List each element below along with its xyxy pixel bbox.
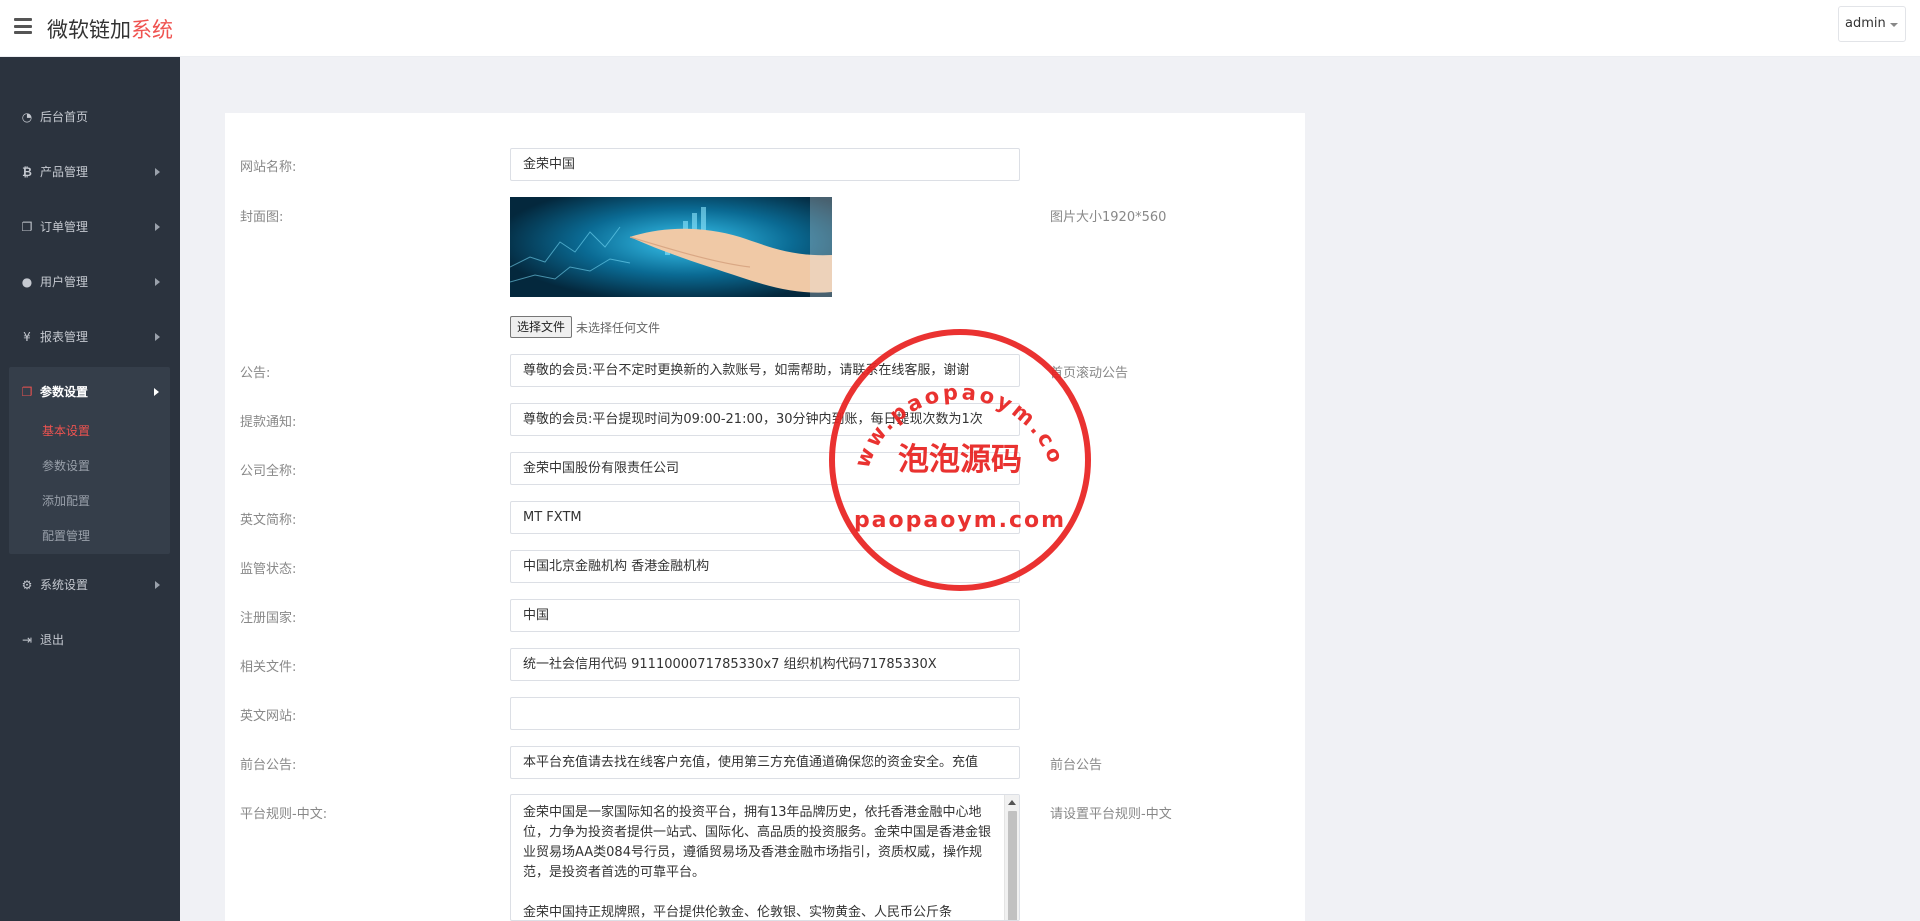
caret-down-icon xyxy=(1890,23,1898,27)
user-menu-label: admin xyxy=(1845,16,1886,31)
cover-file-picker: 选择文件 未选择任何文件 xyxy=(510,316,660,338)
caret-right-icon xyxy=(155,581,160,589)
rules-cn-label: 平台规则-中文: xyxy=(240,807,328,822)
sidebar-item-logout[interactable]: ⇥ 退出 xyxy=(0,620,180,660)
sidebar-item-label: 产品管理 xyxy=(40,165,89,179)
copy-icon: ❐ xyxy=(21,385,33,399)
settings-form-card: 网站名称: 金荣中国 封面图: 图片大小1920*560 选择文件 未选择任何文… xyxy=(225,113,1305,921)
user-icon: ● xyxy=(21,275,33,289)
notice-input[interactable]: 尊敬的会员:平台不定时更换新的入款账号，如需帮助，请联系在线客服，谢谢 xyxy=(510,354,1020,387)
rules-cn-textarea[interactable]: 金荣中国是一家国际知名的投资平台，拥有13年品牌历史，依托香港金融中心地位，力争… xyxy=(510,794,1020,921)
regulation-input[interactable]: 中国北京金融机构 香港金融机构 xyxy=(510,550,1020,583)
sidebar-subitem-add-config[interactable]: 添加配置 xyxy=(9,486,170,516)
cover-image xyxy=(510,197,832,297)
sidebar-item-products[interactable]: ₿ 产品管理 xyxy=(0,152,180,192)
cover-size-hint: 图片大小1920*560 xyxy=(1050,210,1167,225)
brand-accent: 系统 xyxy=(131,18,173,42)
documents-input[interactable]: 统一社会信用代码 9111000071785330x7 组织机构代码717853… xyxy=(510,648,1020,681)
top-bar: 微软链加系统 admin xyxy=(0,0,1920,57)
caret-right-icon xyxy=(154,388,159,396)
scrollbar-thumb[interactable] xyxy=(1008,811,1017,920)
withdraw-notice-input[interactable]: 尊敬的会员:平台提现时间为09:00-21:00，30分钟内到账，每日提现次数为… xyxy=(510,403,1020,436)
gears-icon: ⚙ xyxy=(21,578,33,592)
site-name-label: 网站名称: xyxy=(240,160,297,175)
sidebar-item-label: 订单管理 xyxy=(40,220,89,234)
regulation-label: 监管状态: xyxy=(240,562,297,577)
user-menu-button[interactable]: admin xyxy=(1838,6,1906,42)
sidebar-subitem-config-manage[interactable]: 配置管理 xyxy=(9,521,170,551)
front-notice-input[interactable]: 本平台充值请去找在线客户充值，使用第三方充值通道确保您的资金安全。充值 xyxy=(510,746,1020,779)
sidebar-item-label: 报表管理 xyxy=(40,330,89,344)
english-site-input[interactable] xyxy=(510,697,1020,730)
country-label: 注册国家: xyxy=(240,611,297,626)
caret-right-icon xyxy=(155,168,160,176)
cover-label: 封面图: xyxy=(240,210,284,225)
sidebar-subitem-basic[interactable]: 基本设置 xyxy=(9,416,170,446)
sidebar-group-params: ❐ 参数设置 基本设置 参数设置 添加配置 配置管理 xyxy=(9,367,170,554)
copy-icon: ❐ xyxy=(21,220,33,234)
withdraw-notice-label: 提款通知: xyxy=(240,415,297,430)
dashboard-icon: ◔ xyxy=(21,110,33,124)
english-abbr-label: 英文简称: xyxy=(240,513,297,528)
sidebar-item-system[interactable]: ⚙ 系统设置 xyxy=(0,565,180,605)
brand-main: 微软链加 xyxy=(47,18,131,42)
rules-cn-hint: 请设置平台规则-中文 xyxy=(1050,807,1172,822)
caret-right-icon xyxy=(155,333,160,341)
yen-icon: ¥ xyxy=(23,330,31,344)
sidebar-item-users[interactable]: ● 用户管理 xyxy=(0,262,180,302)
country-input[interactable]: 中国 xyxy=(510,599,1020,632)
sidebar-item-params[interactable]: ❐ 参数设置 xyxy=(9,372,170,412)
notice-label: 公告: xyxy=(240,366,271,381)
sidebar-subitem-params[interactable]: 参数设置 xyxy=(9,451,170,481)
rules-cn-scrollbar[interactable] xyxy=(1004,795,1019,920)
site-name-input[interactable]: 金荣中国 xyxy=(510,148,1020,181)
sidebar-item-reports[interactable]: ¥ 报表管理 xyxy=(0,317,180,357)
sidebar-item-label: 系统设置 xyxy=(40,578,89,592)
choose-file-button[interactable]: 选择文件 xyxy=(510,316,573,338)
company-name-label: 公司全称: xyxy=(240,464,297,479)
cover-image-graphic xyxy=(510,197,832,297)
menu-toggle-icon[interactable] xyxy=(14,18,32,34)
caret-right-icon xyxy=(155,278,160,286)
notice-hint: 首页滚动公告 xyxy=(1050,366,1129,381)
english-site-label: 英文网站: xyxy=(240,709,297,724)
sidebar-item-orders[interactable]: ❐ 订单管理 xyxy=(0,207,180,247)
sign-out-icon: ⇥ xyxy=(21,633,33,647)
file-status-text: 未选择任何文件 xyxy=(576,320,661,335)
sidebar-item-label: 参数设置 xyxy=(40,385,89,399)
documents-label: 相关文件: xyxy=(240,660,297,675)
english-abbr-input[interactable]: MT FXTM xyxy=(510,501,1020,534)
scroll-up-arrow-icon[interactable] xyxy=(1008,800,1016,805)
sidebar: ◔ 后台首页 ₿ 产品管理 ❐ 订单管理 ● 用户管理 ¥ 报表管理 ❐ 参数设置 基本设置… xyxy=(0,57,180,921)
caret-right-icon xyxy=(155,223,160,231)
company-name-input[interactable]: 金荣中国股份有限责任公司 xyxy=(510,452,1020,485)
sidebar-item-label: 用户管理 xyxy=(40,275,89,289)
rules-cn-text: 金荣中国是一家国际知名的投资平台，拥有13年品牌历史，依托香港金融中心地位，力争… xyxy=(523,805,992,920)
front-notice-label: 前台公告: xyxy=(240,758,297,773)
sidebar-item-dashboard[interactable]: ◔ 后台首页 xyxy=(0,97,180,137)
sidebar-item-label: 退出 xyxy=(40,633,65,647)
brand-title: 微软链加系统 xyxy=(47,14,173,44)
front-notice-hint: 前台公告 xyxy=(1050,758,1103,773)
bitcoin-icon: ₿ xyxy=(22,165,32,179)
sidebar-item-label: 后台首页 xyxy=(40,110,89,124)
